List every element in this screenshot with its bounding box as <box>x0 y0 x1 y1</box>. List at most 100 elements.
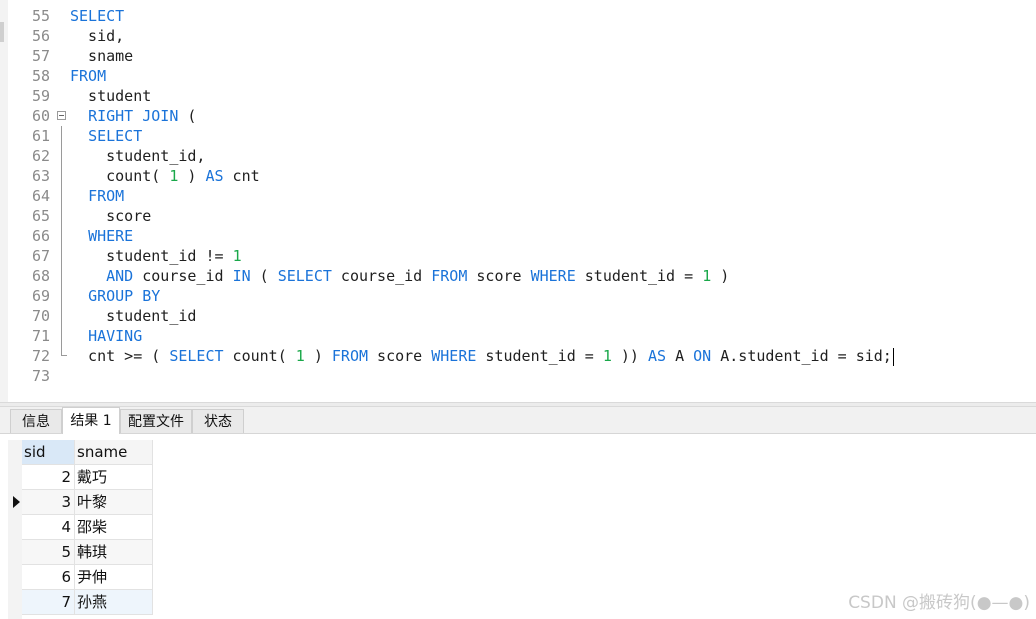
code-text: student_id != 1 <box>70 246 241 266</box>
code-token: ON <box>693 347 712 365</box>
code-line: 62 student_id, <box>0 146 1036 166</box>
tab-info[interactable]: 信息 <box>10 409 62 433</box>
line-number: 57 <box>31 47 50 65</box>
code-token: student_id = <box>575 267 703 285</box>
code-text: score <box>70 206 151 226</box>
cell-sid[interactable]: 5 <box>22 540 75 565</box>
code-token: score <box>70 207 152 225</box>
code-text: cnt >= ( SELECT count( 1 ) FROM score WH… <box>70 346 894 366</box>
line-number: 72 <box>31 347 50 365</box>
tab-result-1[interactable]: 结果 1 <box>62 407 120 434</box>
code-text: HAVING <box>70 326 142 346</box>
code-token: score <box>467 267 531 285</box>
code-token: A.student_id = sid; <box>711 347 892 365</box>
code-line: 58 FROM <box>0 66 1036 86</box>
code-line: 55 SELECT <box>0 6 1036 26</box>
code-token: count( <box>223 347 296 365</box>
cell-sname[interactable]: 韩琪 <box>75 540 153 565</box>
line-number: 58 <box>31 67 50 85</box>
code-text: sname <box>70 46 133 66</box>
tab-profile[interactable]: 配置文件 <box>120 409 192 433</box>
code-line: 69 GROUP BY <box>0 286 1036 306</box>
result-tab-bar: 信息 结果 1 配置文件 状态 <box>0 407 1036 434</box>
code-token: SELECT <box>277 267 332 285</box>
code-token: SELECT <box>70 7 125 25</box>
code-token: course_id <box>331 267 432 285</box>
fold-guide-line <box>61 166 62 186</box>
code-token: SELECT <box>88 127 143 145</box>
code-token: sid, <box>70 27 125 45</box>
code-token: WHERE <box>431 347 477 365</box>
code-text: WHERE <box>70 226 133 246</box>
cell-sname[interactable]: 孙燕 <box>75 590 153 615</box>
code-token: GROUP BY <box>88 287 161 305</box>
cell-sid[interactable]: 3 <box>22 490 75 515</box>
code-token: IN <box>232 267 251 285</box>
code-token: sname <box>70 47 134 65</box>
cell-sname[interactable]: 邵柴 <box>75 515 153 540</box>
code-text: FROM <box>70 66 106 86</box>
code-token: AS <box>205 167 224 185</box>
cell-sid[interactable]: 6 <box>22 565 75 590</box>
code-text: student_id <box>70 306 196 326</box>
current-row-arrow-icon <box>13 496 20 508</box>
code-text: count( 1 ) AS cnt <box>70 166 260 186</box>
code-token: cnt <box>223 167 260 185</box>
line-number: 68 <box>31 267 50 285</box>
code-text: student_id, <box>70 146 205 166</box>
code-text: sid, <box>70 26 124 46</box>
column-header-sname[interactable]: sname <box>75 440 153 465</box>
code-text: SELECT <box>70 126 142 146</box>
code-token: A <box>666 347 694 365</box>
cell-sname[interactable]: 尹伸 <box>75 565 153 590</box>
code-token: ) <box>304 347 332 365</box>
line-number: 60 <box>31 107 50 125</box>
code-token: 1 <box>602 347 612 365</box>
fold-guide-line <box>61 186 62 206</box>
cell-sid[interactable]: 7 <box>22 590 75 615</box>
code-text: AND course_id IN ( SELECT course_id FROM… <box>70 266 729 286</box>
line-number: 70 <box>31 307 50 325</box>
code-line: 67 student_id != 1 <box>0 246 1036 266</box>
code-token: ) <box>178 167 206 185</box>
code-token: AND <box>106 267 134 285</box>
column-header-sid[interactable]: sid <box>22 440 75 465</box>
code-line: 70 student_id <box>0 306 1036 326</box>
line-number: 66 <box>31 227 50 245</box>
code-line: 68 AND course_id IN ( SELECT course_id F… <box>0 266 1036 286</box>
line-number: 65 <box>31 207 50 225</box>
code-line: 61 SELECT <box>0 126 1036 146</box>
line-number: 55 <box>31 7 50 25</box>
fold-guide-line <box>61 126 62 146</box>
code-token: WHERE <box>530 267 576 285</box>
fold-toggle-icon[interactable] <box>57 111 66 120</box>
line-number: 73 <box>31 367 50 385</box>
code-token: student_id, <box>70 147 206 165</box>
line-number: 69 <box>31 287 50 305</box>
line-number: 59 <box>31 87 50 105</box>
code-token: course_id <box>133 267 233 285</box>
fold-guide-line <box>61 306 62 326</box>
code-token: ( <box>178 107 197 125</box>
code-token: score <box>368 347 432 365</box>
sql-editor[interactable]: 55 SELECT 56 sid, 57 sname 58 FROM 59 student 6… <box>0 0 1036 402</box>
code-token: ) <box>711 267 730 285</box>
code-text: GROUP BY <box>70 286 160 306</box>
line-number: 63 <box>31 167 50 185</box>
row-indicator-column <box>8 440 22 619</box>
code-token: student_id = <box>476 347 603 365</box>
fold-guide-line <box>61 286 62 306</box>
fold-end-marker <box>61 346 67 356</box>
cell-sid[interactable]: 2 <box>22 465 75 490</box>
cell-sname[interactable]: 戴巧 <box>75 465 153 490</box>
tab-status[interactable]: 状态 <box>192 409 244 433</box>
line-number: 56 <box>31 27 50 45</box>
code-token: FROM <box>70 67 107 85</box>
code-token: cnt >= ( <box>70 347 170 365</box>
fold-guide-line <box>61 326 62 346</box>
cell-sid[interactable]: 4 <box>22 515 75 540</box>
cell-sname[interactable]: 叶黎 <box>75 490 153 515</box>
